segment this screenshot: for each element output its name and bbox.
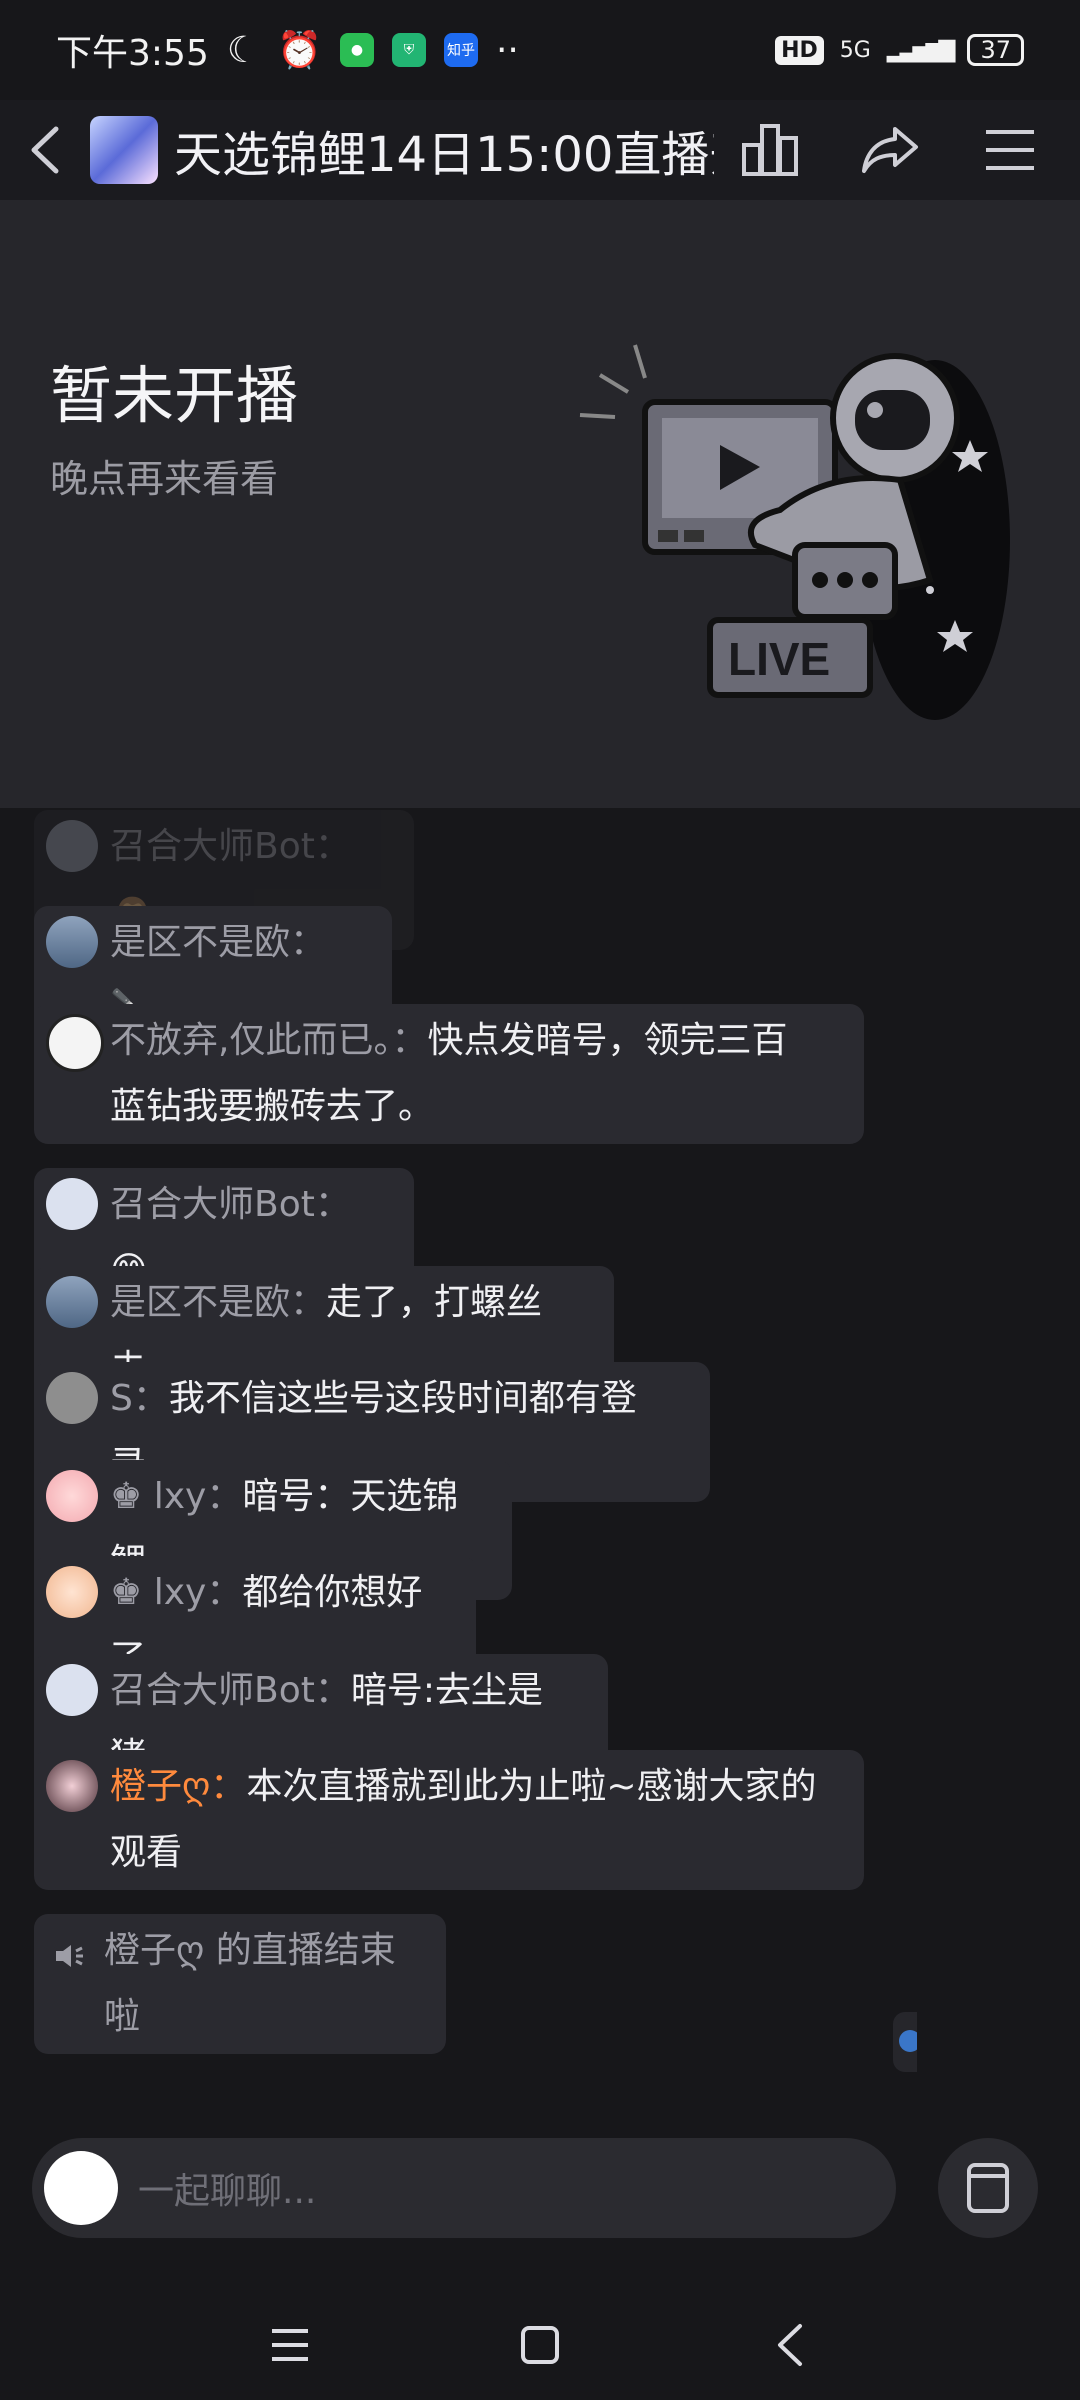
bar-chart-icon [742,124,798,176]
live-room-header: 天选锦鲤14日15:00直播开奖 [0,100,1080,200]
avatar[interactable] [46,1276,98,1328]
sender-name: ♚ lxy： [110,1476,243,1517]
recents-button[interactable] [260,2315,320,2375]
alarm-icon: ⏰ [277,30,322,71]
room-avatar[interactable] [90,116,158,184]
square-icon [521,2326,559,2364]
live-player-placeholder: 暂未开播 晚点再来看看 LIVE [0,200,1080,808]
sender-name: S： [110,1378,169,1419]
share-button[interactable] [860,120,920,180]
chat-input-bar[interactable]: 一起聊聊... [32,2138,896,2238]
sender-name: 召合大师Bot： [110,1184,351,1225]
more-notifications: ·· [495,29,519,71]
avatar[interactable] [46,1470,98,1522]
offline-title: 暂未开播 [50,359,299,432]
message-text: 快点发暗号，领完三百 [427,1020,788,1061]
menu-button[interactable] [980,120,1040,180]
system-navigation-bar [0,2290,1080,2400]
signal-icon: ▂▃▅▆▇ [886,37,956,63]
avatar[interactable] [46,1664,98,1716]
chat-message[interactable]: 橙子ღ：本次直播就到此为止啦~感谢大家的 观看 [34,1750,864,1890]
zhihu-icon: 知乎 [443,33,478,67]
avatar[interactable] [46,916,98,968]
status-time: 下午3:55 [56,33,209,74]
chevron-left-icon [778,2324,802,2366]
avatar[interactable] [46,1760,98,1812]
hd-badge: HD [775,35,824,65]
gift-button[interactable] [938,2138,1038,2238]
sender-name: 召合大师Bot： [110,826,351,867]
back-nav-button[interactable] [760,2315,820,2375]
sender-name: 是区不是欧： [110,1282,327,1323]
moon-icon: ☾ [226,29,260,71]
shield-icon: ⛨ [391,33,426,67]
avatar[interactable] [46,1566,98,1618]
share-icon [862,127,918,173]
menu-icon [272,2329,308,2361]
my-avatar[interactable] [44,2151,118,2225]
message-text-continued: 观看 [110,1832,183,1873]
speaker-icon [56,1945,83,1967]
system-message: 橙子ღ 的直播结束啦 [34,1914,446,2054]
battery-indicator: 37 [967,34,1024,66]
live-badge-text: LIVE [728,633,830,685]
avatar[interactable] [46,1014,104,1072]
message-text-continued: 蓝钻我要搬砖去了。 [110,1086,435,1127]
offline-subtitle: 晚点再来看看 [50,457,279,501]
wechat-icon: ● [339,33,374,67]
avatar[interactable] [46,1372,98,1424]
floating-widget[interactable] [893,2012,917,2072]
chat-input[interactable]: 一起聊聊... [138,2162,316,2214]
chevron-left-icon [31,126,59,174]
message-text: 本次直播就到此为止啦~感谢大家的 [246,1766,817,1807]
sender-name: 不放弃,仅此而已。： [110,1020,428,1061]
page-title: 天选锦鲤14日15:00直播开奖 [174,127,714,183]
back-button[interactable] [0,125,90,175]
status-bar: 下午3:55 ☾ ⏰ ● ⛨ 知乎 ·· HD 5G ▂▃▅▆▇ 37 [0,0,1080,100]
avatar[interactable] [46,820,98,872]
sender-name: 是区不是欧： [110,922,327,963]
home-button[interactable] [510,2315,570,2375]
sender-name: 召合大师Bot： [110,1670,351,1711]
sender-name: ♚ lxy： [110,1572,243,1613]
ranking-button[interactable] [740,120,800,180]
sender-name: 橙子ღ： [110,1766,247,1807]
system-text: 橙子ღ 的直播结束啦 [104,1930,396,2037]
chat-message[interactable]: 不放弃,仅此而已。：快点发暗号，领完三百 蓝钻我要搬砖去了。 [34,1004,864,1144]
network-label: 5G [839,37,871,63]
phone-icon [967,2163,1009,2213]
menu-icon [986,130,1034,170]
avatar[interactable] [46,1178,98,1230]
astronaut-illustration: LIVE [579,344,1010,720]
